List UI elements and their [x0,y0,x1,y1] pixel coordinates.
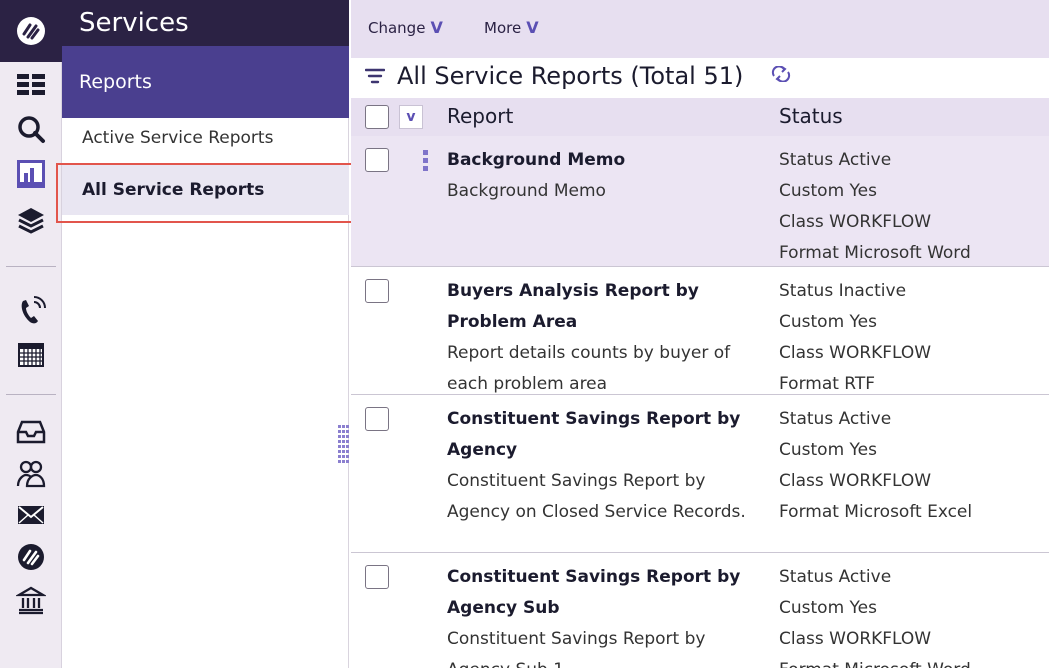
row-checkbox[interactable] [365,565,389,589]
more-menu-button[interactable]: More V [484,18,539,37]
table-row[interactable]: Constituent Savings Report by Agency Sub… [351,553,1049,668]
table-row[interactable]: Buyers Analysis Report by Problem Area R… [351,267,1049,395]
format-line: Format Microsoft Excel [779,502,973,522]
sidebar-panel: Active Service Reports All Service Repor… [62,118,349,668]
sidebar-item-active-service-reports[interactable]: Active Service Reports [62,118,349,158]
bank-icon[interactable] [0,578,62,622]
refresh-icon[interactable] [771,65,791,87]
report-name[interactable]: Buyers Analysis Report by Problem Area [447,276,767,338]
change-menu-button[interactable]: Change V [368,18,443,37]
class-line: Class WORKFLOW [779,629,932,649]
custom-line: Custom Yes [779,312,877,332]
app-title: Services [62,0,349,46]
mail-icon[interactable] [0,493,62,537]
report-name[interactable]: Background Memo [447,145,767,176]
row-checkbox[interactable] [365,407,389,431]
rail-divider [6,266,56,267]
more-label: More [484,19,522,37]
calendar-icon[interactable] [0,332,62,376]
column-header-status[interactable]: Status [779,104,843,128]
custom-line: Custom Yes [779,440,877,460]
chevron-down-icon[interactable]: v [399,105,423,129]
logo-icon[interactable] [0,0,62,62]
drag-handle-icon[interactable] [423,150,428,172]
panel-resize-grip[interactable] [338,425,349,465]
reports-icon[interactable] [0,152,62,196]
report-name[interactable]: Constituent Savings Report by Agency Sub [447,562,767,624]
custom-line: Custom Yes [779,181,877,201]
report-cell: Background Memo Background Memo [447,145,767,207]
custom-line: Custom Yes [779,598,877,618]
status-cell: Status Active Custom Yes Class WORKFLOW … [779,145,1044,269]
report-name[interactable]: Constituent Savings Report by Agency [447,404,767,466]
class-line: Class WORKFLOW [779,212,932,232]
format-line: Format Microsoft Word [779,243,971,263]
chevron-down-icon: V [526,18,539,37]
dashboard-icon[interactable] [0,64,62,108]
row-checkbox[interactable] [365,279,389,303]
report-description: Background Memo [447,181,606,201]
report-description: Report details counts by buyer of each p… [447,343,731,394]
status-line: Status Active [779,150,892,170]
inbox-icon[interactable] [0,410,62,454]
report-description: Constituent Savings Report by Agency Sub… [447,629,706,668]
icon-rail [0,0,62,668]
page-title: All Service Reports (Total 51) [397,62,744,90]
row-checkbox[interactable] [365,148,389,172]
change-label: Change [368,19,426,37]
sidebar-section-title[interactable]: Reports [62,46,349,118]
table-row[interactable]: Constituent Savings Report by Agency Con… [351,395,1049,553]
phone-icon[interactable] [0,288,62,332]
status-line: Status Inactive [779,281,907,301]
report-description: Constituent Savings Report by Agency on … [447,471,746,522]
layers-icon[interactable] [0,198,62,242]
table-header: v Report Status [351,98,1049,136]
toolbar: Change V More V [351,0,1049,58]
report-cell: Constituent Savings Report by Agency Con… [447,404,767,528]
status-line: Status Active [779,567,892,587]
report-list: Background Memo Background Memo Status A… [351,136,1049,668]
status-line: Status Active [779,409,892,429]
status-cell: Status Inactive Custom Yes Class WORKFLO… [779,276,1044,400]
report-cell: Constituent Savings Report by Agency Sub… [447,562,767,668]
class-line: Class WORKFLOW [779,343,932,363]
table-row[interactable]: Background Memo Background Memo Status A… [351,136,1049,267]
list-title-row: All Service Reports (Total 51) [351,58,1049,98]
logo-icon[interactable] [0,535,62,579]
chevron-down-icon: V [430,18,443,37]
filter-icon[interactable] [364,68,386,88]
format-line: Format Microsoft Word [779,655,1044,668]
select-all-checkbox[interactable] [365,105,389,129]
report-cell: Buyers Analysis Report by Problem Area R… [447,276,767,400]
status-cell: Status Active Custom Yes Class WORKFLOW … [779,562,1044,668]
people-icon[interactable] [0,452,62,496]
search-icon[interactable] [0,107,62,151]
column-header-report[interactable]: Report [447,104,513,128]
class-line: Class WORKFLOW [779,471,932,491]
status-cell: Status Active Custom Yes Class WORKFLOW … [779,404,1044,528]
sidebar-item-all-service-reports[interactable]: All Service Reports [62,165,349,215]
rail-divider [6,394,56,395]
